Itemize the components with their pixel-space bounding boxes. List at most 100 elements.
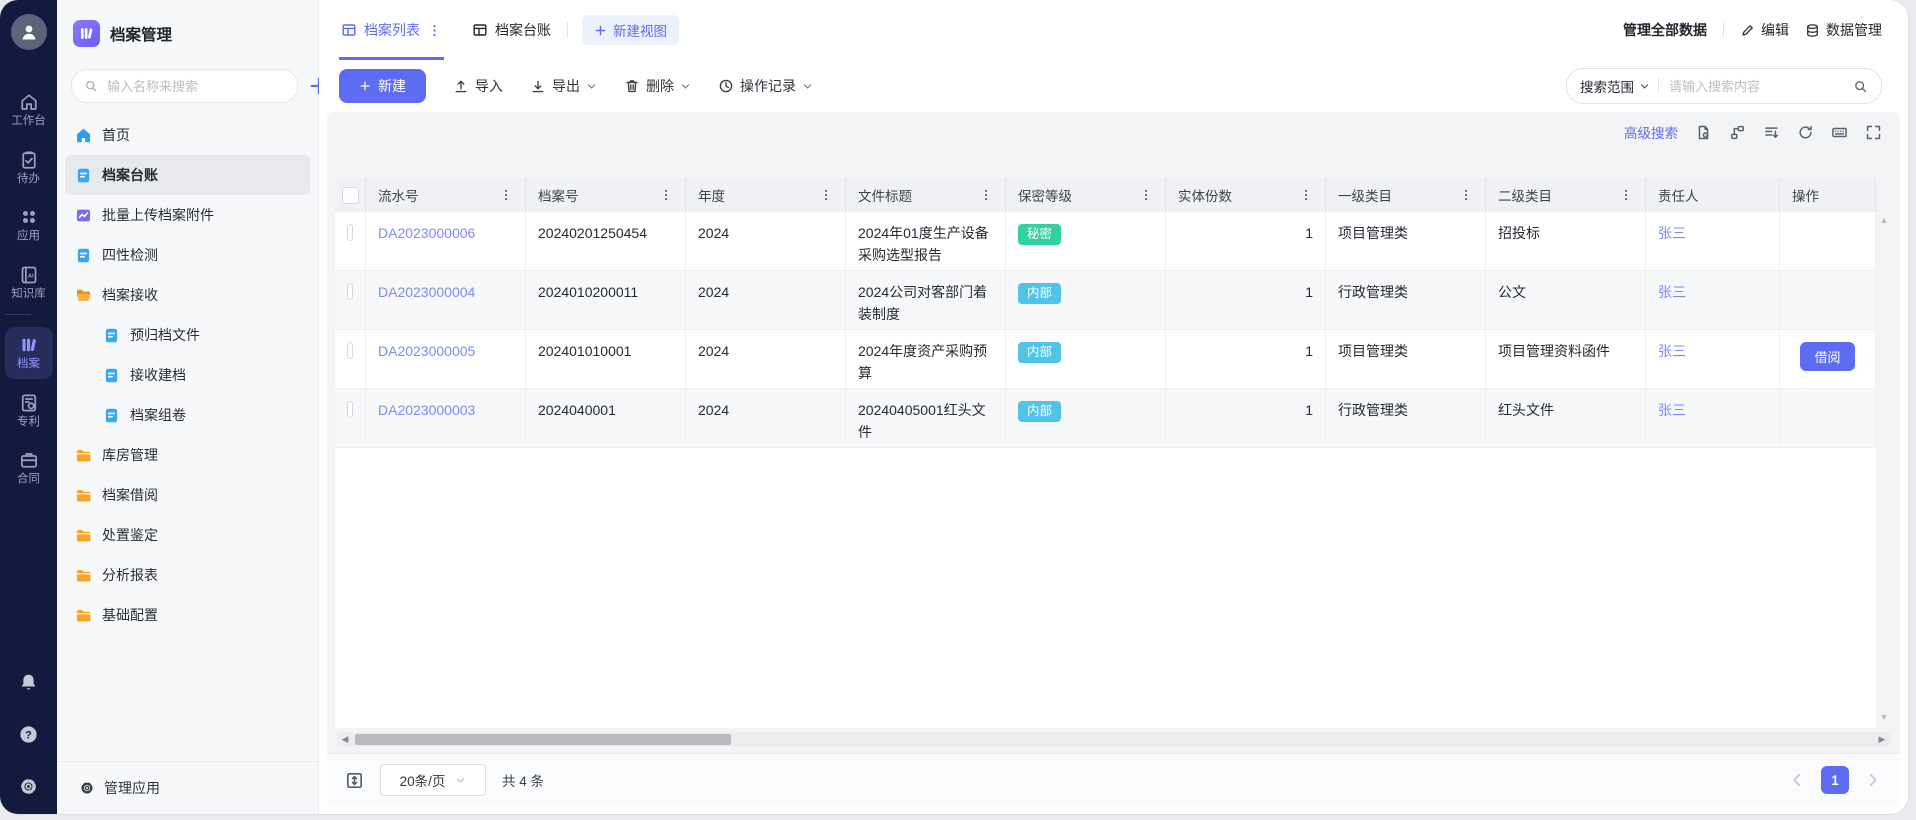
column-menu-icon[interactable] [1619,188,1633,202]
column-header-二级类目[interactable]: 二级类目 [1486,178,1646,212]
tab-kebab-icon[interactable] [427,23,442,38]
owner-link[interactable]: 张三 [1658,225,1686,241]
manage-all-data-button[interactable]: 管理全部数据 [1623,20,1707,40]
column-menu-icon[interactable] [659,188,673,202]
column-header-年度[interactable]: 年度 [686,178,846,212]
sidebar-item-接收建档[interactable]: 接收建档 [65,355,310,395]
column-header-责任人[interactable]: 责任人 [1646,178,1780,212]
row-height-icon[interactable] [345,771,364,790]
gear-button[interactable] [11,768,47,804]
horizontal-scrollbar[interactable]: ◀ ▶ [337,732,1890,747]
rail-item-待办[interactable]: 待办 [5,142,53,194]
owner-link[interactable]: 张三 [1658,284,1686,300]
select-all-checkbox[interactable] [342,187,359,204]
column-header-实体份数[interactable]: 实体份数 [1166,178,1326,212]
scroll-right-arrow[interactable]: ▶ [1874,735,1890,744]
column-menu-icon[interactable] [1459,188,1473,202]
table-view-icon [472,22,488,38]
scroll-left-arrow[interactable]: ◀ [337,735,353,744]
sidebar-item-基础配置[interactable]: 基础配置 [65,595,310,635]
doc-eye-icon[interactable] [1695,124,1712,141]
new-view-button[interactable]: 新建视图 [582,15,679,45]
column-header-操作[interactable]: 操作 [1780,178,1876,212]
row-checkbox[interactable] [347,342,353,359]
owner-link[interactable]: 张三 [1658,343,1686,359]
column-menu-icon[interactable] [499,188,513,202]
column-header-保密等级[interactable]: 保密等级 [1006,178,1166,212]
row-checkbox[interactable] [347,224,353,241]
next-page-button[interactable] [1864,771,1882,789]
rail-item-知识库[interactable]: AI知识库 [5,257,53,309]
rail-item-应用[interactable]: 应用 [5,199,53,251]
column-header-流水号[interactable]: 流水号 [366,178,526,212]
rows-arrow-icon[interactable] [1763,124,1780,141]
sidebar-footer-manage-apps[interactable]: 管理应用 [57,761,318,814]
delete-button[interactable]: 删除 [624,76,691,96]
new-button[interactable]: 新建 [339,69,426,103]
flow-icon[interactable] [1729,124,1746,141]
operation-log-button[interactable]: 操作记录 [718,76,813,96]
column-header-一级类目[interactable]: 一级类目 [1326,178,1486,212]
import-button[interactable]: 导入 [453,76,503,96]
rail-item-专利[interactable]: 专利 [5,385,53,437]
scroll-down-arrow[interactable]: ▼ [1880,713,1889,722]
tab-archive-ledger[interactable]: 档案台账 [470,0,553,60]
sidebar-item-预归档文件[interactable]: 预归档文件 [65,315,310,355]
sidebar-item-档案借阅[interactable]: 档案借阅 [65,475,310,515]
cell-cat2: 红头文件 [1486,389,1646,447]
sidebar-item-档案组卷[interactable]: 档案组卷 [65,395,310,435]
column-menu-icon[interactable] [1299,188,1313,202]
search-icon[interactable] [1853,79,1868,94]
borrow-button[interactable]: 借阅 [1800,342,1854,371]
sidebar-item-四性检测[interactable]: 四性检测 [65,235,310,275]
rail-item-档案[interactable]: 档案 [5,327,53,379]
tab-archive-list[interactable]: 档案列表 [339,0,444,60]
serial-link[interactable]: DA2023000004 [378,284,475,300]
owner-link[interactable]: 张三 [1658,402,1686,418]
sidebar-item-档案台账[interactable]: 档案台账 [65,155,310,195]
keyboard-icon[interactable] [1831,124,1848,141]
rail-item-label: 知识库 [11,289,46,301]
sidebar-search[interactable] [71,69,298,103]
row-checkbox[interactable] [347,283,353,300]
header-checkbox-cell[interactable] [335,178,366,212]
sidebar-item-首页[interactable]: 首页 [65,115,310,155]
serial-link[interactable]: DA2023000006 [378,225,475,241]
expand-icon[interactable] [1865,124,1882,141]
column-menu-icon[interactable] [819,188,833,202]
horizontal-scroll-thumb[interactable] [355,734,731,745]
column-menu-icon[interactable] [1139,188,1153,202]
advanced-search-link[interactable]: 高级搜索 [1624,122,1678,142]
row-checkbox[interactable] [347,401,353,418]
search-scope-dropdown[interactable]: 搜索范围 [1580,76,1650,96]
avatar[interactable] [11,14,47,50]
scroll-up-arrow[interactable]: ▲ [1880,216,1889,225]
rail-item-合同[interactable]: 合同 [5,442,53,494]
sidebar-search-input[interactable] [105,78,285,95]
folder-icon [75,567,92,584]
column-header-文件标题[interactable]: 文件标题 [846,178,1006,212]
export-button[interactable]: 导出 [530,76,597,96]
edit-button[interactable]: 编辑 [1740,20,1789,40]
sidebar-item-档案接收[interactable]: 档案接收 [65,275,310,315]
sidebar-item-分析报表[interactable]: 分析报表 [65,555,310,595]
help-button[interactable]: ? [11,716,47,752]
search-icon [84,79,98,93]
vertical-scrollbar[interactable]: ▲ ▼ [1876,178,1892,728]
rail-item-工作台[interactable]: 工作台 [5,84,53,136]
page-size-select[interactable]: 20条/页 [380,764,486,796]
refresh-icon[interactable] [1797,124,1814,141]
table-search-input[interactable] [1667,78,1845,95]
data-manage-button[interactable]: 数据管理 [1805,20,1882,40]
serial-link[interactable]: DA2023000005 [378,343,475,359]
sidebar-item-库房管理[interactable]: 库房管理 [65,435,310,475]
page-1-button[interactable]: 1 [1821,766,1849,794]
prev-page-button[interactable] [1788,771,1806,789]
column-menu-icon[interactable] [979,188,993,202]
column-header-档案号[interactable]: 档案号 [526,178,686,212]
sidebar-item-处置鉴定[interactable]: 处置鉴定 [65,515,310,555]
sidebar-item-批量上传档案附件[interactable]: 批量上传档案附件 [65,195,310,235]
serial-link[interactable]: DA2023000003 [378,402,475,418]
bell-button[interactable] [11,664,47,700]
sidebar-item-label: 批量上传档案附件 [102,205,214,225]
